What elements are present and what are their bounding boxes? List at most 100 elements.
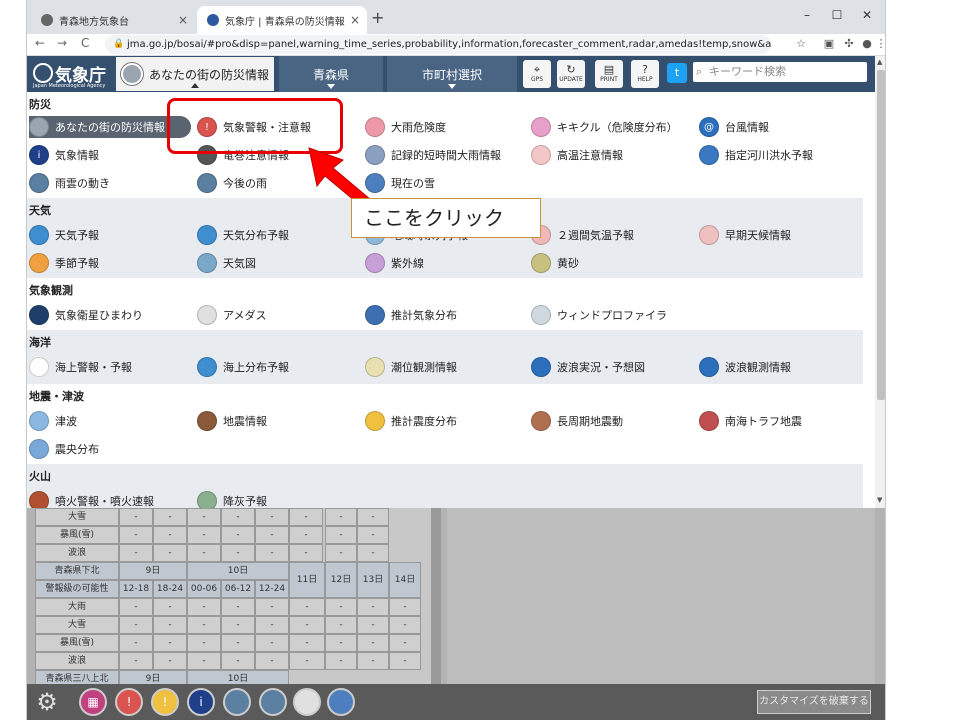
table-cell: - xyxy=(289,598,325,616)
menu-item-rain-cloud[interactable]: 雨雲の動き xyxy=(29,172,110,194)
update-button[interactable]: ↻ UPDATE xyxy=(557,60,585,88)
puzzle-icon[interactable]: ✣ xyxy=(841,37,857,53)
menu-item-typhoon[interactable]: @ 台風情報 xyxy=(699,116,769,138)
scroll-down-icon[interactable]: ▼ xyxy=(877,496,882,504)
menu-item-weather-map[interactable]: 天気図 xyxy=(197,252,256,274)
menu-item-forecast-distribution[interactable]: 天気分布予報 xyxy=(197,224,289,246)
menu-item-wave-observation[interactable]: 波浪観測情報 xyxy=(699,356,791,378)
table-cell: - xyxy=(221,652,255,670)
menu-item-yellow-sand[interactable]: 黄砂 xyxy=(531,252,579,274)
help-button[interactable]: ? HELP xyxy=(631,60,659,88)
bookmark-star-icon[interactable]: ☆ xyxy=(793,37,809,53)
table-cell: - xyxy=(389,598,421,616)
menu-item-heavy-rain-risk[interactable]: 大雨危険度 xyxy=(365,116,446,138)
home-menu-button[interactable]: あなたの街の防災情報 xyxy=(115,56,275,92)
menu-item-himawari[interactable]: 気象衛星ひまわり xyxy=(29,304,143,326)
building-icon xyxy=(531,411,551,431)
table-scrollbar[interactable] xyxy=(431,508,441,688)
menu-item-ashfall[interactable]: 降灰予報 xyxy=(197,490,267,508)
jma-favicon-icon xyxy=(207,14,219,26)
menu-item-intensity-distribution[interactable]: 推計震度分布 xyxy=(365,410,457,432)
weather-map-icon xyxy=(197,253,217,273)
menu-item-seasonal[interactable]: 季節予報 xyxy=(29,252,99,274)
menu-kebab-icon[interactable]: ⋮ xyxy=(873,37,886,53)
menu-scrollbar[interactable]: ▲ ▼ xyxy=(875,56,885,508)
table-cell: - xyxy=(357,616,389,634)
tab-jma-bosai[interactable]: 気象庁 | 青森県の防災情報 × xyxy=(197,6,367,34)
discard-customize-button[interactable]: カスタマイズを破棄する xyxy=(757,690,871,714)
menu-item-eruption-warning[interactable]: 噴火警報・噴火速報 xyxy=(29,490,154,508)
prefecture-select-button[interactable]: 青森県 xyxy=(279,56,383,92)
region-header: 青森県下北 xyxy=(35,562,119,580)
back-button[interactable]: ← xyxy=(35,36,45,50)
scroll-thumb[interactable] xyxy=(877,70,885,400)
twitter-icon[interactable]: t xyxy=(667,63,687,83)
section-volcano: 火山 噴火警報・噴火速報 降灰予報 xyxy=(27,464,863,508)
section-title: 火山 xyxy=(29,470,51,483)
menu-item-river-flood[interactable]: 指定河川洪水予報 xyxy=(699,144,813,166)
table-cell: - xyxy=(255,544,289,562)
table-cell: - xyxy=(187,544,221,562)
menu-item-estimated-distribution[interactable]: 推計気象分布 xyxy=(365,304,457,326)
menu-item-nankai[interactable]: 南海トラフ地震 xyxy=(699,410,802,432)
menu-item-long-period[interactable]: 長周期地震動 xyxy=(531,410,623,432)
gps-button[interactable]: ⌖ GPS xyxy=(523,60,551,88)
reload-button[interactable]: C xyxy=(81,36,89,50)
menu-item-early-weather[interactable]: 早期天候情報 xyxy=(699,224,791,246)
menu-item-uv[interactable]: 紫外線 xyxy=(365,252,424,274)
extension-icon[interactable]: ▣ xyxy=(821,37,837,53)
city-select-button[interactable]: 市町村選択 xyxy=(387,56,517,92)
address-bar[interactable]: 🔒 jma.go.jp/bosai/#pro&disp=panel,warnin… xyxy=(105,35,771,54)
day-header: 14日 xyxy=(389,562,421,598)
forward-button[interactable]: → xyxy=(57,36,67,50)
menu-item-weather-info[interactable]: i 気象情報 xyxy=(29,144,99,166)
table-cell: - xyxy=(389,652,421,670)
warning-icon[interactable]: ! xyxy=(115,688,143,716)
menu-item-future-rain[interactable]: 今後の雨 xyxy=(197,172,267,194)
section-observation: 気象観測 気象衛星ひまわり アメダス 推計気象分布 ウィンドプロファイラ xyxy=(27,278,863,330)
table-cell: - xyxy=(255,616,289,634)
bottom-toolbar: ⚙ ▦ ! ! i カスタマイズを破棄する xyxy=(27,684,885,720)
gear-icon[interactable]: ⚙ xyxy=(33,688,61,716)
menu-item-earthquake-info[interactable]: 地震情報 xyxy=(197,410,267,432)
tab-aomori-office[interactable]: 青森地方気象台 × xyxy=(31,6,195,34)
menu-item-forecast[interactable]: 天気予報 xyxy=(29,224,99,246)
menu-item-high-temp[interactable]: 高温注意情報 xyxy=(531,144,623,166)
menu-item-kikikuru[interactable]: キキクル（危険度分布） xyxy=(531,116,678,138)
close-window-button[interactable]: ✕ xyxy=(853,4,881,26)
close-tab-button[interactable]: × xyxy=(175,13,191,27)
scroll-up-icon[interactable]: ▲ xyxy=(877,58,882,66)
menu-item-wave-chart[interactable]: 波浪実況・予想図 xyxy=(531,356,645,378)
amedas-icon[interactable] xyxy=(293,688,321,716)
ship-icon xyxy=(29,357,49,377)
table-cell: - xyxy=(255,598,289,616)
menu-item-tide[interactable]: 潮位観測情報 xyxy=(365,356,457,378)
jma-logo[interactable]: 気象庁 Japan Meteorological Agency xyxy=(31,58,111,90)
epicenter-icon xyxy=(29,439,49,459)
menu-item-2week-temp[interactable]: ２週間気温予報 xyxy=(531,224,634,246)
menu-item-marine-distribution[interactable]: 海上分布予報 xyxy=(197,356,289,378)
radar-icon[interactable] xyxy=(259,688,287,716)
kikikuru-icon[interactable]: ▦ xyxy=(79,688,107,716)
snow-icon[interactable] xyxy=(327,688,355,716)
menu-item-marine-warning[interactable]: 海上警報・予報 xyxy=(29,356,132,378)
caution-icon[interactable]: ! xyxy=(151,688,179,716)
forecaster-icon[interactable] xyxy=(223,688,251,716)
new-tab-button[interactable]: + xyxy=(371,8,384,27)
estimate-icon xyxy=(365,305,385,325)
minimize-button[interactable]: – xyxy=(793,4,821,26)
menu-item-epicenter[interactable]: 震央分布 xyxy=(29,438,99,460)
city-label: 市町村選択 xyxy=(421,67,482,82)
menu-item-amedas[interactable]: アメダス xyxy=(197,304,266,326)
maximize-button[interactable]: ☐ xyxy=(823,4,851,26)
keyword-search-input[interactable]: ⌕ キーワード検索 xyxy=(693,62,867,82)
menu-item-tsunami[interactable]: 津波 xyxy=(29,410,77,432)
print-button[interactable]: ▤ PRINT xyxy=(595,60,623,88)
close-tab-button[interactable]: × xyxy=(347,13,363,27)
menu-item-wind-profiler[interactable]: ウィンドプロファイラ xyxy=(531,304,667,326)
distribution-icon xyxy=(197,225,217,245)
info-icon[interactable]: i xyxy=(187,688,215,716)
table-cell: - xyxy=(221,508,255,526)
globe-icon xyxy=(41,14,53,26)
tsunami-icon xyxy=(29,411,49,431)
